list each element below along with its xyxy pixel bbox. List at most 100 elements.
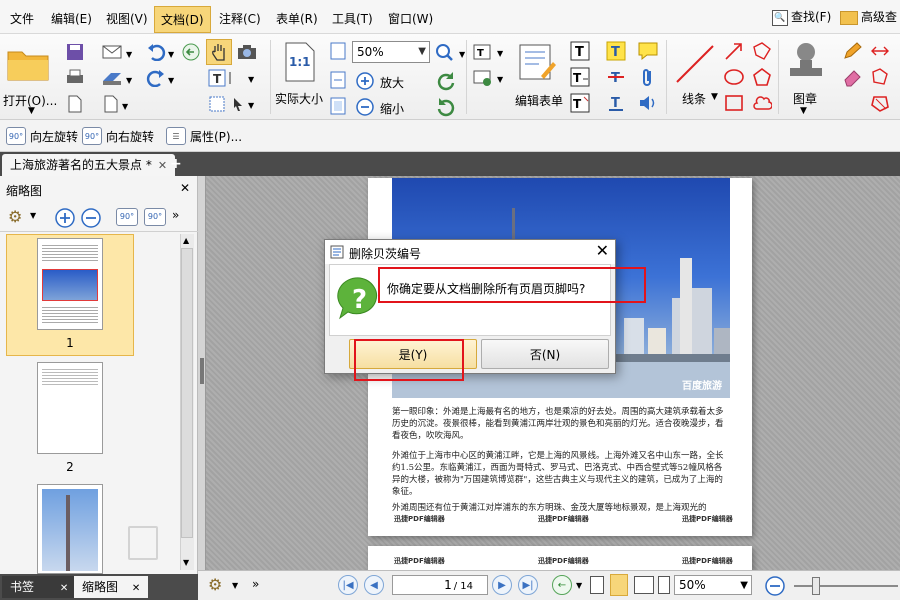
zoom-in-button[interactable] [354, 70, 376, 92]
select-object-button[interactable]: ▼ [206, 93, 262, 115]
menu-window[interactable]: 窗口(W) [388, 10, 433, 27]
thumbnail-page-3[interactable] [37, 484, 103, 574]
more-chevron-icon[interactable]: » [172, 208, 179, 222]
find-button[interactable]: 🔍 查找(F) [772, 8, 831, 26]
previous-page-button[interactable]: ◀ [364, 575, 384, 595]
insert-page-button[interactable]: ▼ [100, 93, 138, 115]
note-button[interactable] [636, 40, 660, 62]
no-button[interactable]: 否(N) [481, 339, 609, 369]
close-icon[interactable]: ✕ [158, 159, 167, 172]
rotate-page-right-icon[interactable]: 90° [144, 208, 166, 226]
textbox-button[interactable]: T [568, 66, 592, 88]
scan-button[interactable]: ▼ [100, 67, 138, 89]
continuous-page-icon[interactable] [610, 574, 628, 596]
rectangle-tool-button[interactable] [722, 92, 746, 114]
zoom-select[interactable]: 50% ▼ [352, 41, 430, 63]
undo-button[interactable]: ▼ [144, 41, 178, 63]
stamp-button[interactable] [784, 40, 828, 84]
chevron-down-icon[interactable]: ▼ [232, 581, 238, 590]
chevron-down-icon[interactable]: ▼ [576, 581, 582, 590]
rotate-view-left-button[interactable] [434, 70, 458, 92]
zoom-slider-track[interactable] [794, 585, 898, 587]
new-tab-plus-icon[interactable]: + [170, 156, 182, 172]
chevron-down-icon[interactable]: ▼ [30, 211, 36, 220]
dialog-titlebar[interactable]: 删除贝茨编号 ✕ [325, 240, 615, 264]
first-page-button[interactable]: |◀ [338, 575, 358, 595]
close-icon[interactable]: ✕ [596, 241, 609, 260]
fit-visible-button[interactable] [328, 96, 348, 116]
redo-button[interactable]: ▼ [144, 67, 178, 89]
text-field-button[interactable]: T ▼ [472, 41, 508, 63]
ellipse-tool-button[interactable] [722, 66, 746, 88]
actual-size-button[interactable]: 1:1 [280, 42, 320, 82]
save-button[interactable] [64, 41, 86, 63]
sound-button[interactable] [636, 92, 660, 114]
menu-edit[interactable]: 编辑(E) [51, 10, 92, 27]
menu-comment[interactable]: 注释(C) [219, 10, 261, 27]
area-tool-button[interactable] [868, 92, 892, 114]
open-button[interactable] [4, 42, 52, 84]
back-button[interactable] [180, 41, 202, 63]
close-icon[interactable]: ✕ [132, 583, 140, 594]
line-tool-button[interactable] [672, 42, 718, 86]
close-icon[interactable]: ✕ [180, 181, 190, 195]
thumbnail-scrollbar-thumb[interactable] [181, 248, 193, 538]
menu-document[interactable]: 文档(D) [154, 6, 211, 33]
highlight-text-button[interactable]: T [604, 40, 628, 62]
thumbnail-zoom-in-icon[interactable] [54, 207, 76, 229]
arrow-tool-button[interactable] [722, 40, 746, 62]
typewriter-button[interactable]: T [568, 40, 592, 62]
line-dropdown-icon[interactable]: ▼ [711, 92, 718, 102]
select-text-button[interactable]: T ▼ [206, 67, 262, 89]
rotate-right-button[interactable]: 90° 向右旋转 [82, 126, 154, 146]
attach-file-button[interactable] [636, 66, 660, 88]
status-zoom-select[interactable]: 50% ▼ [674, 575, 752, 595]
open-dropdown-icon[interactable]: ▼ [28, 106, 35, 116]
rotate-page-left-icon[interactable]: 90° [116, 208, 138, 226]
edit-form-button[interactable] [516, 42, 558, 82]
menu-view[interactable]: 视图(V) [106, 10, 148, 27]
options-gear-icon[interactable]: ⚙ [208, 575, 222, 594]
menu-form[interactable]: 表单(R) [276, 10, 318, 27]
zoom-out-button[interactable] [354, 96, 376, 118]
options-gear-icon[interactable]: ⚙ [8, 207, 22, 226]
fit-width-button[interactable] [328, 70, 348, 90]
polyline-tool-button[interactable] [750, 40, 774, 62]
print-button[interactable] [64, 67, 86, 89]
menu-file[interactable]: 文件 [10, 10, 34, 27]
scroll-up-icon[interactable]: ▲ [183, 236, 189, 245]
stamp-dropdown-icon[interactable]: ▼ [800, 106, 807, 116]
thumbnail-page-1[interactable] [37, 238, 103, 330]
zoom-slider-handle[interactable] [812, 577, 820, 595]
rotate-view-right-button[interactable] [434, 96, 458, 118]
continuous-facing-icon[interactable] [658, 576, 670, 594]
distance-tool-button[interactable] [868, 40, 892, 62]
tab-thumbnails[interactable]: 缩略图 ✕ [74, 576, 149, 598]
rotate-left-button[interactable]: 90° 向左旋转 [6, 126, 78, 146]
pencil-tool-button[interactable] [840, 40, 864, 62]
perimeter-tool-button[interactable] [868, 66, 892, 88]
previous-view-button[interactable]: ← [552, 575, 572, 595]
thumbnail-zoom-out-icon[interactable] [80, 207, 102, 229]
more-chevron-icon[interactable]: » [252, 577, 259, 591]
tab-bookmarks[interactable]: 书签 ✕ [2, 576, 77, 598]
add-field-button[interactable]: ▼ [472, 67, 508, 89]
status-zoom-out-icon[interactable] [764, 575, 786, 597]
document-tab[interactable]: 上海旅游著名的五大景点 * ✕ [2, 154, 176, 176]
advanced-search-button[interactable]: 高级查 [840, 8, 897, 25]
splitter-grip[interactable] [200, 358, 204, 384]
cloud-tool-button[interactable] [750, 92, 774, 114]
close-icon[interactable]: ✕ [60, 583, 68, 594]
menu-tools[interactable]: 工具(T) [332, 10, 373, 27]
underline-button[interactable]: T [604, 92, 628, 114]
email-button[interactable]: ▼ [100, 41, 138, 63]
new-document-button[interactable] [64, 93, 86, 115]
single-page-icon[interactable] [590, 576, 604, 594]
hand-tool-button[interactable] [206, 39, 232, 65]
page-number-field[interactable]: 1/ 14 [392, 575, 488, 595]
facing-pages-icon[interactable] [634, 576, 654, 594]
snapshot-button[interactable] [234, 41, 260, 63]
thumbnail-page-2[interactable] [37, 362, 103, 454]
strikeout-button[interactable]: T [604, 66, 628, 88]
next-page-button[interactable]: ▶ [492, 575, 512, 595]
